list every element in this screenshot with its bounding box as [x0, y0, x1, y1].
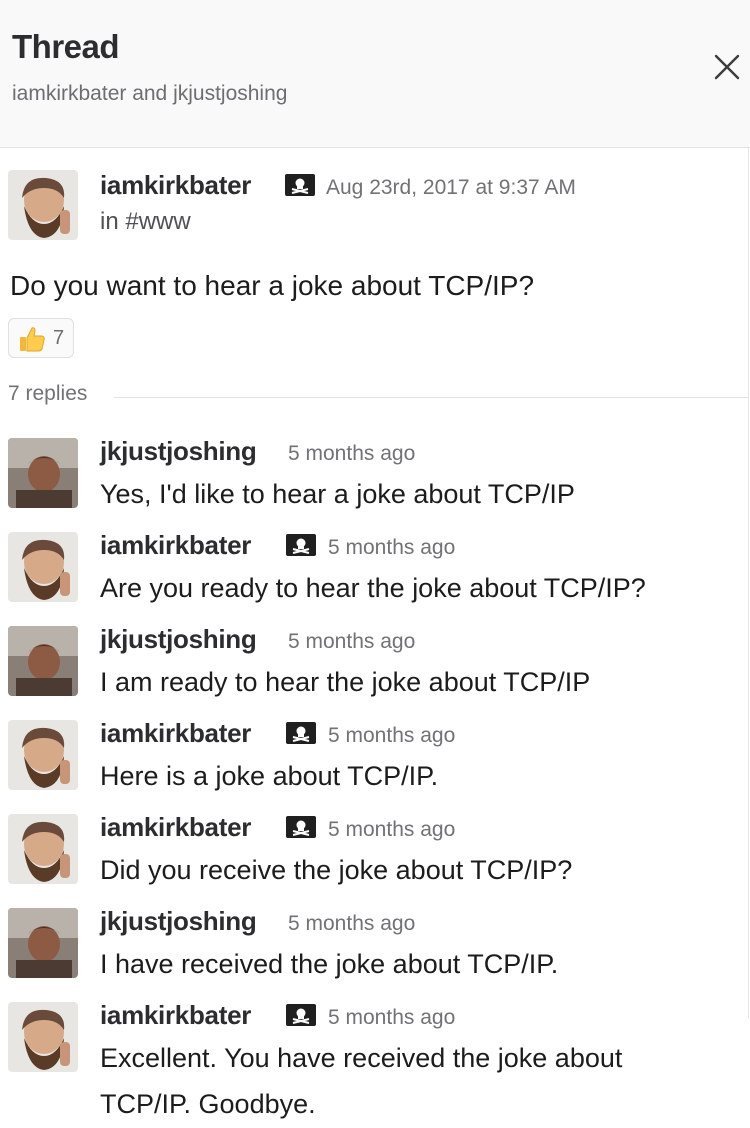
thread-participants: iamkirkbater and jkjustjoshing: [12, 82, 288, 105]
avatar[interactable]: [8, 170, 78, 240]
message-author[interactable]: iamkirkbater: [100, 718, 251, 749]
message-text: Did you receive the joke about TCP/IP?: [100, 855, 573, 885]
message-text: Excellent. You have received the joke ab…: [100, 1043, 623, 1073]
message-timestamp[interactable]: 5 months ago: [328, 724, 455, 748]
close-icon[interactable]: [712, 52, 742, 82]
message-text: I have received the joke about TCP/IP.: [100, 949, 559, 979]
message-text: Here is a joke about TCP/IP.: [100, 761, 439, 791]
message-author[interactable]: iamkirkbater: [100, 812, 251, 843]
avatar[interactable]: [8, 438, 78, 508]
message-text: Yes, I'd like to hear a joke about TCP/I…: [100, 479, 575, 509]
pirate-flag-icon: [285, 174, 315, 196]
message-timestamp[interactable]: Aug 23rd, 2017 at 9:37 AM: [326, 176, 576, 200]
message-author[interactable]: jkjustjoshing: [100, 906, 257, 937]
message-timestamp[interactable]: 5 months ago: [288, 912, 415, 936]
avatar[interactable]: [8, 532, 78, 602]
message-timestamp[interactable]: 5 months ago: [328, 1006, 455, 1030]
thread-title: Thread: [12, 28, 120, 65]
message-timestamp[interactable]: 5 months ago: [288, 442, 415, 466]
message-author[interactable]: iamkirkbater: [100, 1000, 251, 1031]
channel-link[interactable]: in #www: [100, 208, 191, 236]
message-timestamp[interactable]: 5 months ago: [288, 630, 415, 654]
thread-header: Thread iamkirkbater and jkjustjoshing: [0, 0, 750, 148]
message-text: Do you want to hear a joke about TCP/IP?: [10, 270, 535, 301]
replies-count: 7 replies: [8, 382, 88, 405]
message-author[interactable]: jkjustjoshing: [100, 624, 257, 655]
reaction-button[interactable]: 7: [8, 318, 74, 358]
message-text: Are you ready to hear the joke about TCP…: [100, 573, 646, 603]
message-author[interactable]: jkjustjoshing: [100, 436, 257, 467]
avatar[interactable]: [8, 626, 78, 696]
pirate-flag-icon: [286, 534, 316, 556]
message-text: I am ready to hear the joke about TCP/IP: [100, 667, 591, 697]
avatar[interactable]: [8, 908, 78, 978]
avatar[interactable]: [8, 1002, 78, 1072]
pirate-flag-icon: [286, 722, 316, 744]
message-author[interactable]: iamkirkbater: [100, 170, 251, 201]
pirate-flag-icon: [286, 1004, 316, 1026]
message-author[interactable]: iamkirkbater: [100, 530, 251, 561]
panel-divider: [748, 148, 749, 1018]
message-timestamp[interactable]: 5 months ago: [328, 818, 455, 842]
reaction-count: 7: [53, 327, 65, 349]
message-text: TCP/IP. Goodbye.: [100, 1089, 316, 1119]
avatar[interactable]: [8, 814, 78, 884]
message-timestamp[interactable]: 5 months ago: [328, 536, 455, 560]
replies-divider: [114, 397, 748, 398]
thumbs-up-icon: [17, 324, 47, 354]
avatar[interactable]: [8, 720, 78, 790]
pirate-flag-icon: [286, 816, 316, 838]
